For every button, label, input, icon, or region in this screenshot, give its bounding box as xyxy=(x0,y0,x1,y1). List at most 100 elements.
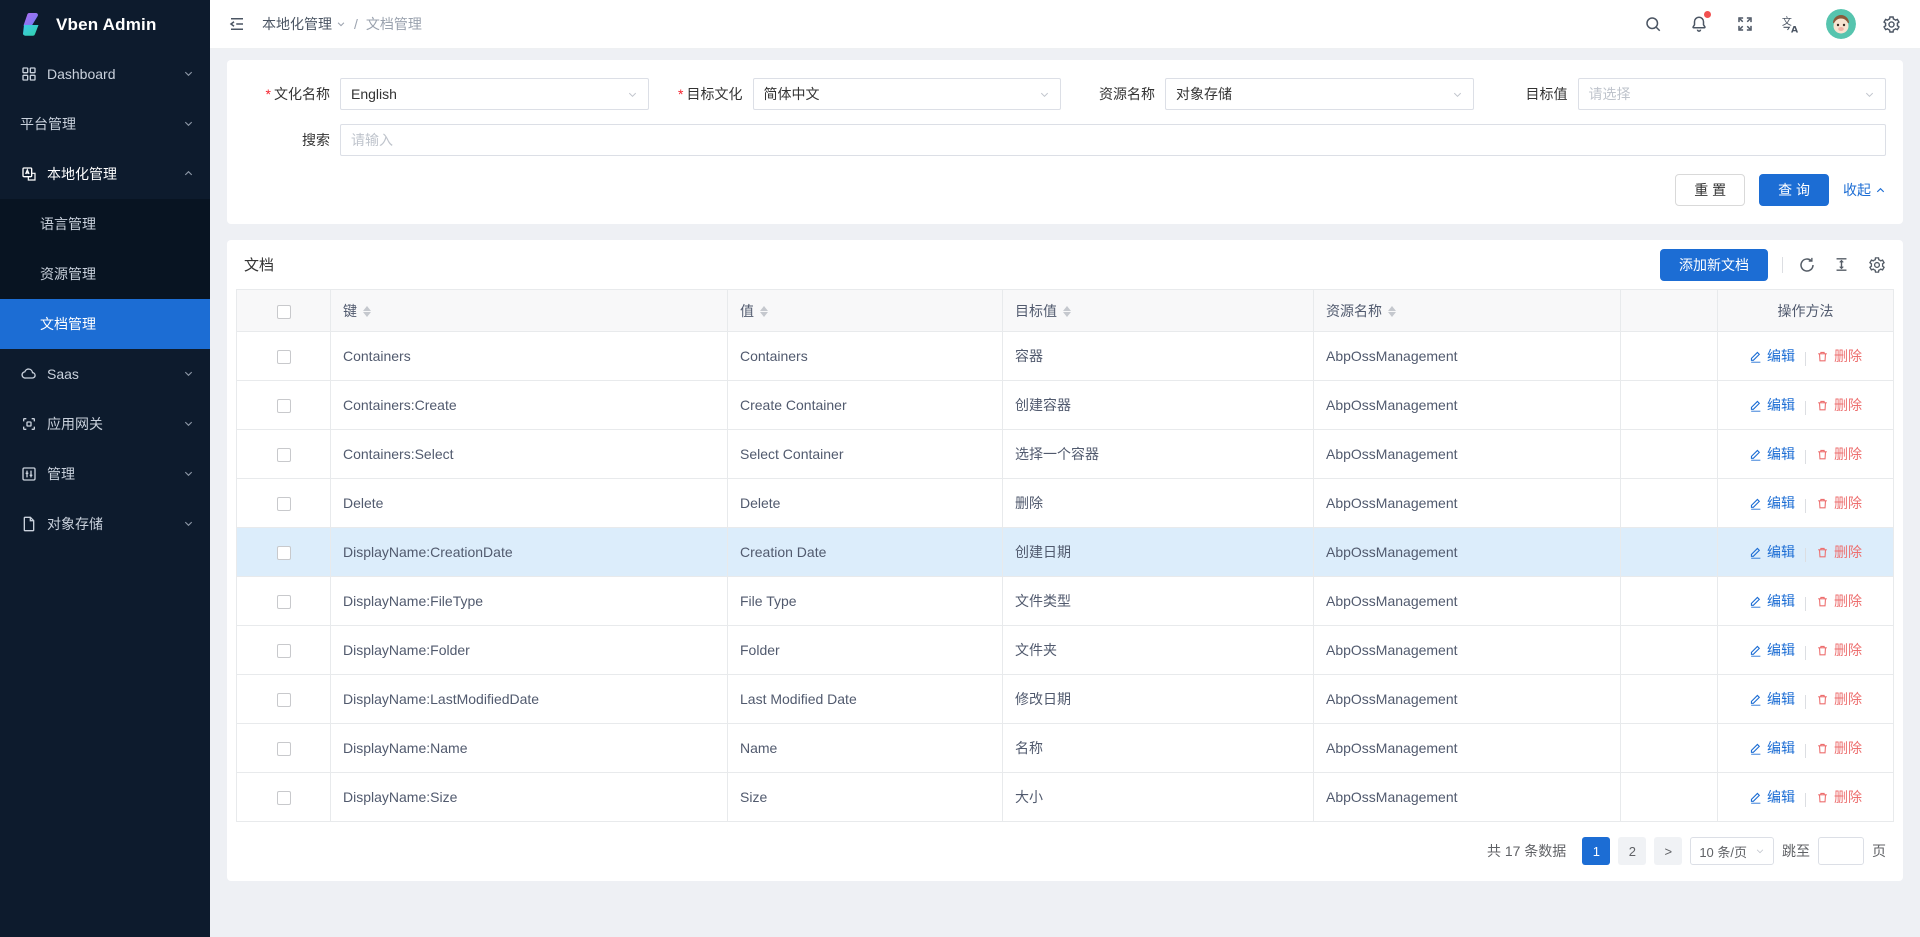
notification-bell-icon[interactable] xyxy=(1688,13,1710,35)
target-culture-select[interactable]: 简体中文 xyxy=(753,78,1062,110)
pencil-icon xyxy=(1749,595,1762,608)
jump-page-input[interactable] xyxy=(1818,837,1864,865)
column-header-value[interactable]: 值 xyxy=(728,290,1003,332)
edit-button[interactable]: 编辑 xyxy=(1749,689,1795,709)
edit-button[interactable]: 编辑 xyxy=(1749,346,1795,366)
reset-button[interactable]: 重 置 xyxy=(1675,174,1745,206)
next-page-button[interactable]: > xyxy=(1654,837,1682,865)
row-checkbox[interactable] xyxy=(277,448,291,462)
sort-icon[interactable] xyxy=(363,306,371,317)
page-size-select[interactable]: 10 条/页 xyxy=(1690,837,1774,865)
row-checkbox[interactable] xyxy=(277,595,291,609)
sidebar-item-language-management[interactable]: 语言管理 xyxy=(0,199,210,249)
delete-button[interactable]: 删除 xyxy=(1816,395,1862,415)
field-label: *文化名称 xyxy=(244,84,340,104)
edit-button[interactable]: 编辑 xyxy=(1749,395,1795,415)
cell-target: 创建容器 xyxy=(1003,381,1314,430)
delete-button[interactable]: 删除 xyxy=(1816,640,1862,660)
row-checkbox[interactable] xyxy=(277,399,291,413)
table-row: Containers Containers 容器 AbpOssManagemen… xyxy=(237,332,1894,381)
row-checkbox[interactable] xyxy=(277,546,291,560)
edit-button[interactable]: 编辑 xyxy=(1749,542,1795,562)
collapse-filter-link[interactable]: 收起 xyxy=(1843,180,1886,200)
pencil-icon xyxy=(1749,742,1762,755)
row-checkbox[interactable] xyxy=(277,644,291,658)
sidebar-item-resource-management[interactable]: 资源管理 xyxy=(0,249,210,299)
sidebar-item-object-storage[interactable]: 对象存储 xyxy=(0,499,210,549)
user-avatar[interactable] xyxy=(1826,9,1856,39)
action-divider xyxy=(1805,352,1806,366)
chevron-down-icon xyxy=(627,89,638,100)
panel-title: 文档 xyxy=(244,254,274,275)
column-settings-gear-icon[interactable] xyxy=(1867,255,1886,274)
cell-target: 创建日期 xyxy=(1003,528,1314,577)
search-icon[interactable] xyxy=(1642,13,1664,35)
document-panel: 文档 添加新文档 xyxy=(227,240,1903,881)
page-button-1[interactable]: 1 xyxy=(1582,837,1610,865)
page-button-2[interactable]: 2 xyxy=(1618,837,1646,865)
sort-icon[interactable] xyxy=(1388,306,1396,317)
sidebar-item-dashboard[interactable]: Dashboard xyxy=(0,49,210,99)
sidebar-item-platform[interactable]: 平台管理 xyxy=(0,99,210,149)
delete-button[interactable]: 删除 xyxy=(1816,738,1862,758)
delete-button[interactable]: 删除 xyxy=(1816,542,1862,562)
edit-button[interactable]: 编辑 xyxy=(1749,787,1795,807)
column-header-resource[interactable]: 资源名称 xyxy=(1314,290,1621,332)
translate-icon[interactable]: 文A xyxy=(1780,13,1802,35)
query-button[interactable]: 查 询 xyxy=(1759,174,1829,206)
chevron-up-icon xyxy=(1875,185,1886,196)
row-checkbox[interactable] xyxy=(277,350,291,364)
culture-name-select[interactable]: English xyxy=(340,78,649,110)
sidebar-item-label: 资源管理 xyxy=(40,264,194,284)
select-all-checkbox[interactable] xyxy=(277,305,291,319)
trash-icon xyxy=(1816,791,1829,804)
row-height-icon[interactable] xyxy=(1832,255,1851,274)
resource-name-select[interactable]: 对象存储 xyxy=(1165,78,1474,110)
edit-button[interactable]: 编辑 xyxy=(1749,591,1795,611)
delete-button[interactable]: 删除 xyxy=(1816,444,1862,464)
sidebar-item-management[interactable]: 管理 xyxy=(0,449,210,499)
cell-actions: 编辑 删除 xyxy=(1718,528,1894,577)
sidebar-item-label: Dashboard xyxy=(47,66,173,82)
edit-label: 编辑 xyxy=(1767,395,1795,415)
sidebar-item-document-management[interactable]: 文档管理 xyxy=(0,299,210,349)
breadcrumb-parent[interactable]: 本地化管理 xyxy=(262,14,346,34)
refresh-icon[interactable] xyxy=(1797,255,1816,274)
delete-button[interactable]: 删除 xyxy=(1816,346,1862,366)
edit-button[interactable]: 编辑 xyxy=(1749,738,1795,758)
delete-button[interactable]: 删除 xyxy=(1816,689,1862,709)
target-culture-field: *目标文化 简体中文 xyxy=(657,78,1062,110)
edit-button[interactable]: 编辑 xyxy=(1749,444,1795,464)
row-checkbox[interactable] xyxy=(277,742,291,756)
cell-key: Containers:Select xyxy=(331,430,728,479)
cell-actions: 编辑 删除 xyxy=(1718,626,1894,675)
target-value-select[interactable]: 请选择 xyxy=(1578,78,1887,110)
delete-button[interactable]: 删除 xyxy=(1816,787,1862,807)
edit-label: 编辑 xyxy=(1767,493,1795,513)
delete-label: 删除 xyxy=(1834,787,1862,807)
search-input[interactable] xyxy=(340,124,1886,156)
column-header-target[interactable]: 目标值 xyxy=(1003,290,1314,332)
delete-button[interactable]: 删除 xyxy=(1816,591,1862,611)
sort-icon[interactable] xyxy=(1063,306,1071,317)
edit-button[interactable]: 编辑 xyxy=(1749,493,1795,513)
sidebar-item-localization[interactable]: 本地化管理 xyxy=(0,149,210,199)
row-checkbox[interactable] xyxy=(277,497,291,511)
fullscreen-icon[interactable] xyxy=(1734,13,1756,35)
dashboard-icon xyxy=(20,66,37,83)
sidebar-item-gateway[interactable]: 应用网关 xyxy=(0,399,210,449)
logo[interactable]: Vben Admin xyxy=(0,0,210,49)
sort-icon[interactable] xyxy=(760,306,768,317)
sidebar-item-saas[interactable]: Saas xyxy=(0,349,210,399)
action-divider xyxy=(1805,695,1806,709)
row-checkbox[interactable] xyxy=(277,693,291,707)
collapse-sidebar-icon[interactable] xyxy=(228,15,246,33)
row-checkbox[interactable] xyxy=(277,791,291,805)
cell-key: Containers xyxy=(331,332,728,381)
delete-button[interactable]: 删除 xyxy=(1816,493,1862,513)
column-header-key[interactable]: 键 xyxy=(331,290,728,332)
cell-value: Folder xyxy=(728,626,1003,675)
edit-button[interactable]: 编辑 xyxy=(1749,640,1795,660)
settings-gear-icon[interactable] xyxy=(1880,13,1902,35)
add-document-button[interactable]: 添加新文档 xyxy=(1660,249,1768,281)
